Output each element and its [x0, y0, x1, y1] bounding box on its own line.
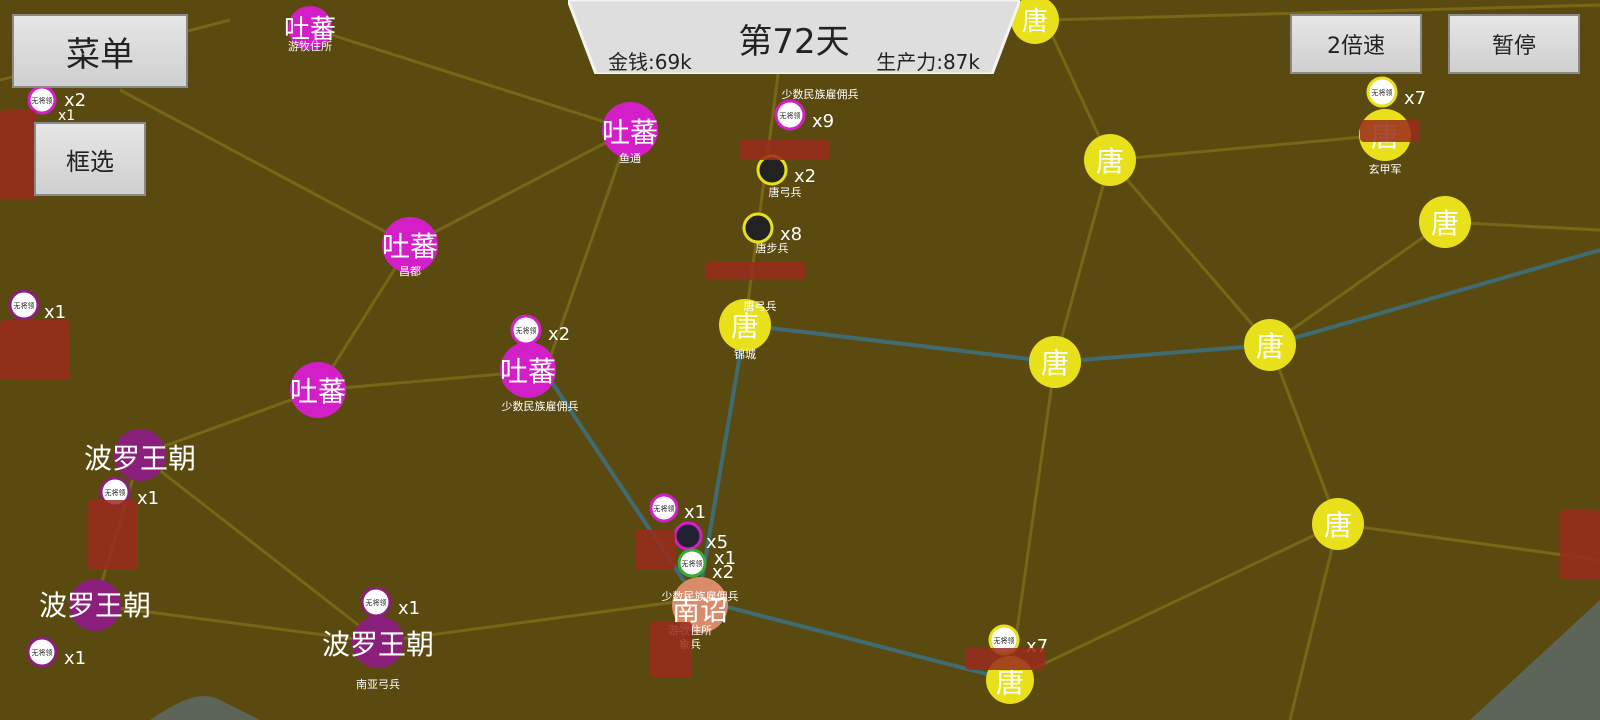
svg-text:无将领: 无将领 [32, 648, 53, 657]
speed-button[interactable]: 2倍速 [1290, 14, 1422, 74]
svg-text:无将领: 无将领 [32, 96, 53, 105]
svg-text:x9: x9 [812, 111, 834, 132]
svg-text:鱼通: 鱼通 [619, 151, 641, 165]
day-resource-panel: 第72天 金钱:69k 生产力:87k [568, 0, 1020, 74]
svg-text:波罗王朝: 波罗王朝 [39, 589, 151, 622]
svg-text:唐: 唐 [1022, 7, 1048, 37]
svg-text:吐蕃: 吐蕃 [290, 375, 346, 408]
svg-text:玄甲军: 玄甲军 [1369, 162, 1402, 176]
svg-text:无将领: 无将领 [994, 636, 1015, 645]
world-map[interactable]: 吐蕃游牧住所 吐蕃鱼通 吐蕃昌都 吐蕃少数民族雇佣兵 吐蕃 唐 唐锦城 唐 唐 … [0, 0, 1600, 720]
svg-text:波罗王朝: 波罗王朝 [322, 628, 434, 661]
svg-text:无将领: 无将领 [14, 301, 35, 310]
svg-text:x2: x2 [712, 562, 734, 583]
svg-text:吐蕃: 吐蕃 [602, 116, 658, 149]
node-tang-3[interactable]: 唐 [1084, 134, 1136, 186]
svg-text:波罗王朝: 波罗王朝 [84, 442, 196, 475]
svg-text:锦城: 锦城 [734, 347, 756, 361]
svg-text:唐: 唐 [1256, 330, 1284, 363]
svg-text:x2: x2 [794, 166, 816, 187]
unit-label: 少数民族雇佣兵 [782, 87, 859, 101]
unit-label: 唐弓兵 [769, 185, 802, 199]
svg-text:少数民族雇佣兵: 少数民族雇佣兵 [502, 399, 579, 413]
unit-label: 唐步兵 [756, 241, 789, 255]
svg-text:唐: 唐 [1041, 347, 1069, 380]
svg-text:吐蕃: 吐蕃 [500, 355, 556, 388]
svg-text:无将领: 无将领 [366, 598, 387, 607]
svg-text:x2: x2 [548, 324, 570, 345]
node-tang-5[interactable]: 唐 [1244, 319, 1296, 371]
svg-text:x1: x1 [64, 648, 86, 669]
node-tang-8[interactable]: 唐 [1312, 498, 1364, 550]
productivity-readout: 生产力:87k [876, 50, 980, 74]
svg-text:无将领: 无将领 [654, 504, 675, 513]
box-select-button[interactable]: 框选 [34, 122, 146, 196]
unit-label: 唐弓兵 [744, 299, 777, 313]
money-readout: 金钱:69k [608, 50, 692, 74]
svg-text:吐蕃: 吐蕃 [382, 230, 438, 263]
node-tang-4[interactable]: 唐 [1029, 336, 1081, 388]
svg-text:x1: x1 [44, 302, 66, 323]
svg-text:无将领: 无将领 [105, 488, 126, 497]
svg-text:昌都: 昌都 [399, 265, 421, 278]
menu-button[interactable]: 菜单 [12, 14, 188, 88]
svg-text:唐: 唐 [1324, 509, 1352, 542]
svg-text:唐: 唐 [1096, 145, 1124, 178]
node-tubo-4[interactable]: 吐蕃 [290, 362, 346, 418]
svg-text:游牧住所: 游牧住所 [288, 39, 332, 53]
svg-text:南亚弓兵: 南亚弓兵 [356, 678, 400, 691]
svg-text:无将领: 无将领 [780, 111, 801, 120]
svg-text:x1: x1 [137, 488, 159, 509]
svg-text:唐: 唐 [1431, 207, 1459, 240]
svg-text:无将领: 无将领 [516, 326, 537, 335]
svg-text:无将领: 无将领 [682, 559, 703, 568]
svg-text:x1: x1 [398, 598, 420, 619]
svg-text:唐: 唐 [731, 310, 759, 343]
svg-text:x1: x1 [684, 502, 706, 523]
svg-text:无将领: 无将领 [1372, 88, 1393, 97]
svg-text:唐: 唐 [996, 666, 1024, 699]
svg-text:x7: x7 [1404, 88, 1426, 109]
pause-button[interactable]: 暂停 [1448, 14, 1580, 74]
node-tang-6[interactable]: 唐 [1419, 196, 1471, 248]
